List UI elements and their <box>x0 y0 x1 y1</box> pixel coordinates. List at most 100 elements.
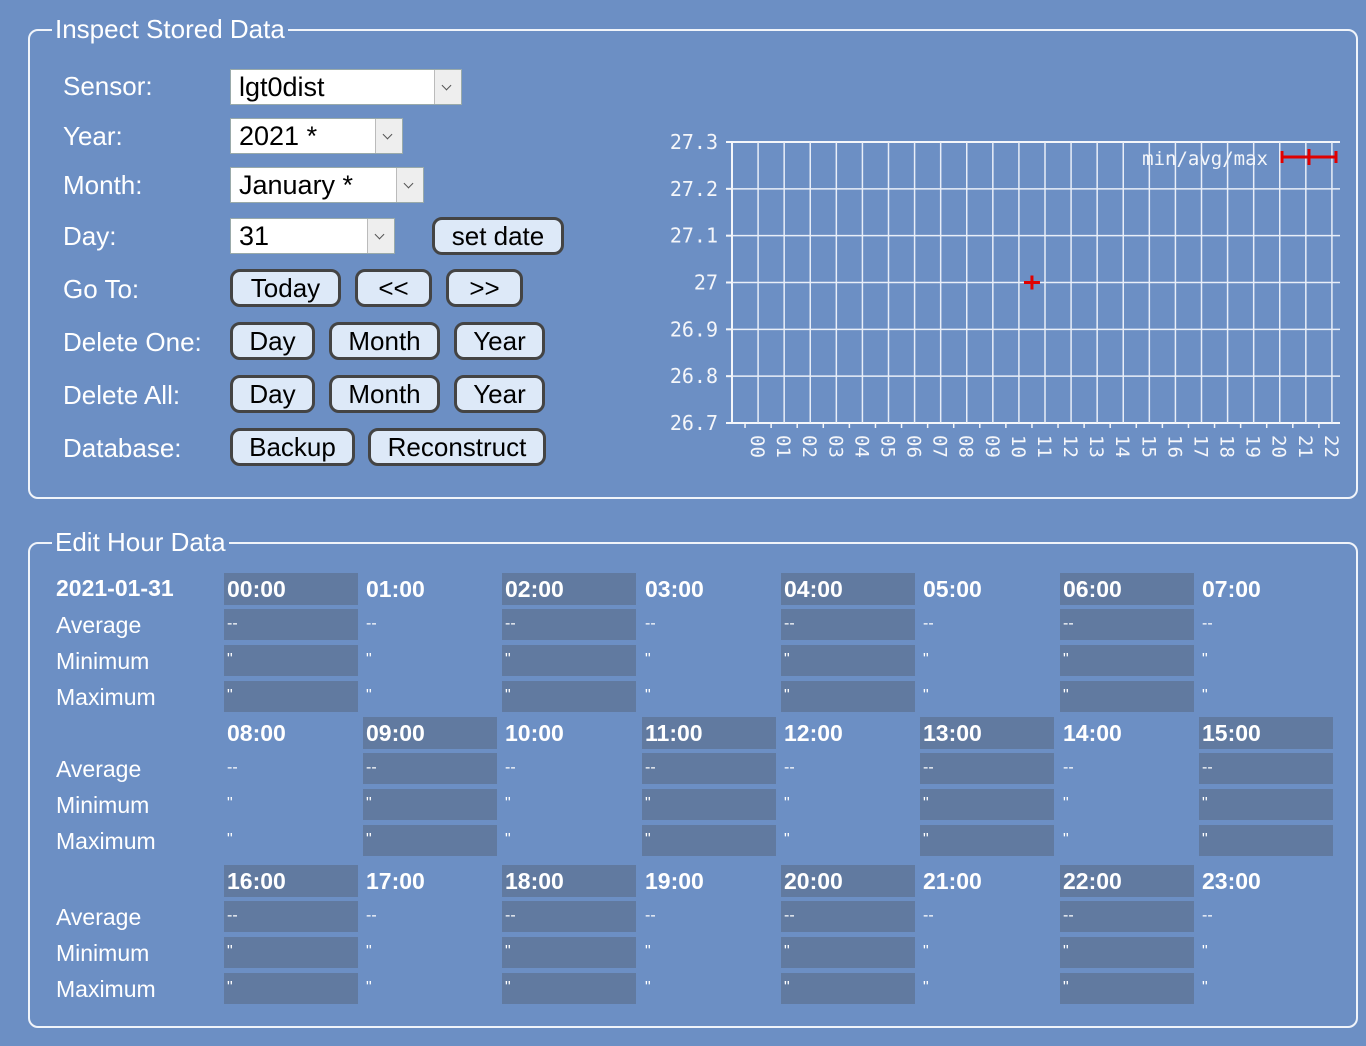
hour-maximum-16[interactable]: " <box>224 973 358 1004</box>
delete-all-day-button[interactable]: Day <box>230 375 315 413</box>
hour-maximum-18[interactable]: " <box>502 973 636 1004</box>
inspect-panel-title: Inspect Stored Data <box>52 14 288 44</box>
hour-minimum-5: " <box>923 651 929 668</box>
hour-minimum-9[interactable]: " <box>363 789 497 820</box>
hour-minimum-8: " <box>227 795 233 812</box>
sensor-label: Sensor: <box>63 71 153 101</box>
chevron-down-icon <box>396 168 423 202</box>
hour-minimum-4[interactable]: " <box>781 645 915 676</box>
delete-one-label: Delete One: <box>63 327 202 357</box>
hour-average-18[interactable]: -- <box>502 901 636 932</box>
month-select[interactable]: January * <box>230 167 424 203</box>
sensor-select-value: lgt0dist <box>239 72 325 102</box>
set-date-button[interactable]: set date <box>432 217 564 255</box>
hour-minimum-16[interactable]: " <box>224 937 358 968</box>
hour-maximum-1: " <box>366 687 372 704</box>
delete-all-month-button[interactable]: Month <box>329 375 440 413</box>
hour-maximum-2[interactable]: " <box>502 681 636 712</box>
row-label-average: Average <box>56 904 142 930</box>
hour-average-11[interactable]: -- <box>642 753 776 784</box>
hour-average-22[interactable]: -- <box>1060 901 1194 932</box>
hour-average-13[interactable]: -- <box>920 753 1054 784</box>
hour-maximum-5: " <box>923 687 929 704</box>
hour-maximum-0[interactable]: " <box>224 681 358 712</box>
today-button[interactable]: Today <box>230 269 341 307</box>
hour-header-5: 05:00 <box>923 576 982 602</box>
previous-button[interactable]: << <box>355 269 432 307</box>
hour-header-7: 07:00 <box>1202 576 1261 602</box>
hour-average-9[interactable]: -- <box>363 753 497 784</box>
hour-maximum-4[interactable]: " <box>781 681 915 712</box>
year-select[interactable]: 2021 * <box>230 118 403 154</box>
hour-minimum-18[interactable]: " <box>502 937 636 968</box>
hour-average-14: -- <box>1063 759 1074 776</box>
sensor-select[interactable]: lgt0dist <box>230 69 462 105</box>
next-button[interactable]: >> <box>446 269 523 307</box>
hour-maximum-13[interactable]: " <box>920 825 1054 856</box>
hour-average-4[interactable]: -- <box>781 609 915 640</box>
hour-minimum-23: " <box>1202 943 1208 960</box>
x-tick-label: 21 <box>1294 435 1316 458</box>
backup-button[interactable]: Backup <box>230 428 355 466</box>
y-tick-label: 27.1 <box>670 224 718 248</box>
delete-all-label: Delete All: <box>63 380 181 410</box>
y-tick-label: 27.3 <box>670 130 718 154</box>
hour-maximum-21: " <box>923 979 929 996</box>
y-tick-label: 27.2 <box>670 177 718 201</box>
hour-maximum-19: " <box>645 979 651 996</box>
hour-minimum-22[interactable]: " <box>1060 937 1194 968</box>
hour-maximum-6[interactable]: " <box>1060 681 1194 712</box>
reconstruct-button[interactable]: Reconstruct <box>368 428 546 466</box>
hour-header-0: 00:00 <box>224 573 358 605</box>
hour-average-6[interactable]: -- <box>1060 609 1194 640</box>
y-tick-label: 26.9 <box>670 317 718 341</box>
x-tick-label: 10 <box>1007 435 1029 458</box>
hour-maximum-11[interactable]: " <box>642 825 776 856</box>
min-avg-max-chart: 27.3 27.2 27.1 27 26.9 26.8 26.7 00 01 02 03 04 05 06… <box>670 130 1340 458</box>
x-tick-label: 15 <box>1137 435 1159 458</box>
x-tick-label: 18 <box>1216 435 1238 458</box>
hour-minimum-19: " <box>645 943 651 960</box>
hour-average-2[interactable]: -- <box>502 609 636 640</box>
hour-minimum-6[interactable]: " <box>1060 645 1194 676</box>
delete-one-day-button[interactable]: Day <box>230 322 315 360</box>
hour-average-17: -- <box>366 907 377 924</box>
hour-minimum-20[interactable]: " <box>781 937 915 968</box>
row-label-minimum: Minimum <box>56 648 150 674</box>
hour-maximum-3: " <box>645 687 651 704</box>
delete-all-year-button[interactable]: Year <box>454 375 545 413</box>
row-label-minimum: Minimum <box>56 792 150 818</box>
hour-minimum-0[interactable]: " <box>224 645 358 676</box>
x-tick-label: 19 <box>1242 435 1264 458</box>
hour-header-13: 13:00 <box>920 717 1054 749</box>
hour-minimum-15[interactable]: " <box>1199 789 1333 820</box>
hour-maximum-15[interactable]: " <box>1199 825 1333 856</box>
hour-average-20[interactable]: -- <box>781 901 915 932</box>
hour-header-3: 03:00 <box>645 576 704 602</box>
hour-average-0[interactable]: -- <box>224 609 358 640</box>
hour-header-8: 08:00 <box>227 720 286 746</box>
x-tick-label: 08 <box>955 435 977 458</box>
hour-maximum-20[interactable]: " <box>781 973 915 1004</box>
hour-minimum-12: " <box>784 795 790 812</box>
delete-one-month-button[interactable]: Month <box>329 322 440 360</box>
day-select[interactable]: 31 <box>230 218 395 254</box>
hour-minimum-11[interactable]: " <box>642 789 776 820</box>
hour-average-15[interactable]: -- <box>1199 753 1333 784</box>
hour-maximum-22[interactable]: " <box>1060 973 1194 1004</box>
y-tick-label: 27 <box>694 271 718 295</box>
delete-one-year-button[interactable]: Year <box>454 322 545 360</box>
x-tick-label: 11 <box>1033 435 1055 458</box>
x-tick-label: 01 <box>772 435 794 458</box>
hour-minimum-2[interactable]: " <box>502 645 636 676</box>
x-tick-label: 16 <box>1163 435 1185 458</box>
hour-maximum-10: " <box>505 831 511 848</box>
legend-label: min/avg/max <box>1142 148 1268 170</box>
y-tick-label: 26.7 <box>670 411 718 435</box>
hour-minimum-10: " <box>505 795 511 812</box>
hour-average-16[interactable]: -- <box>224 901 358 932</box>
hour-header-16: 16:00 <box>224 865 358 897</box>
hour-maximum-9[interactable]: " <box>363 825 497 856</box>
year-label: Year: <box>63 121 123 151</box>
hour-minimum-13[interactable]: " <box>920 789 1054 820</box>
